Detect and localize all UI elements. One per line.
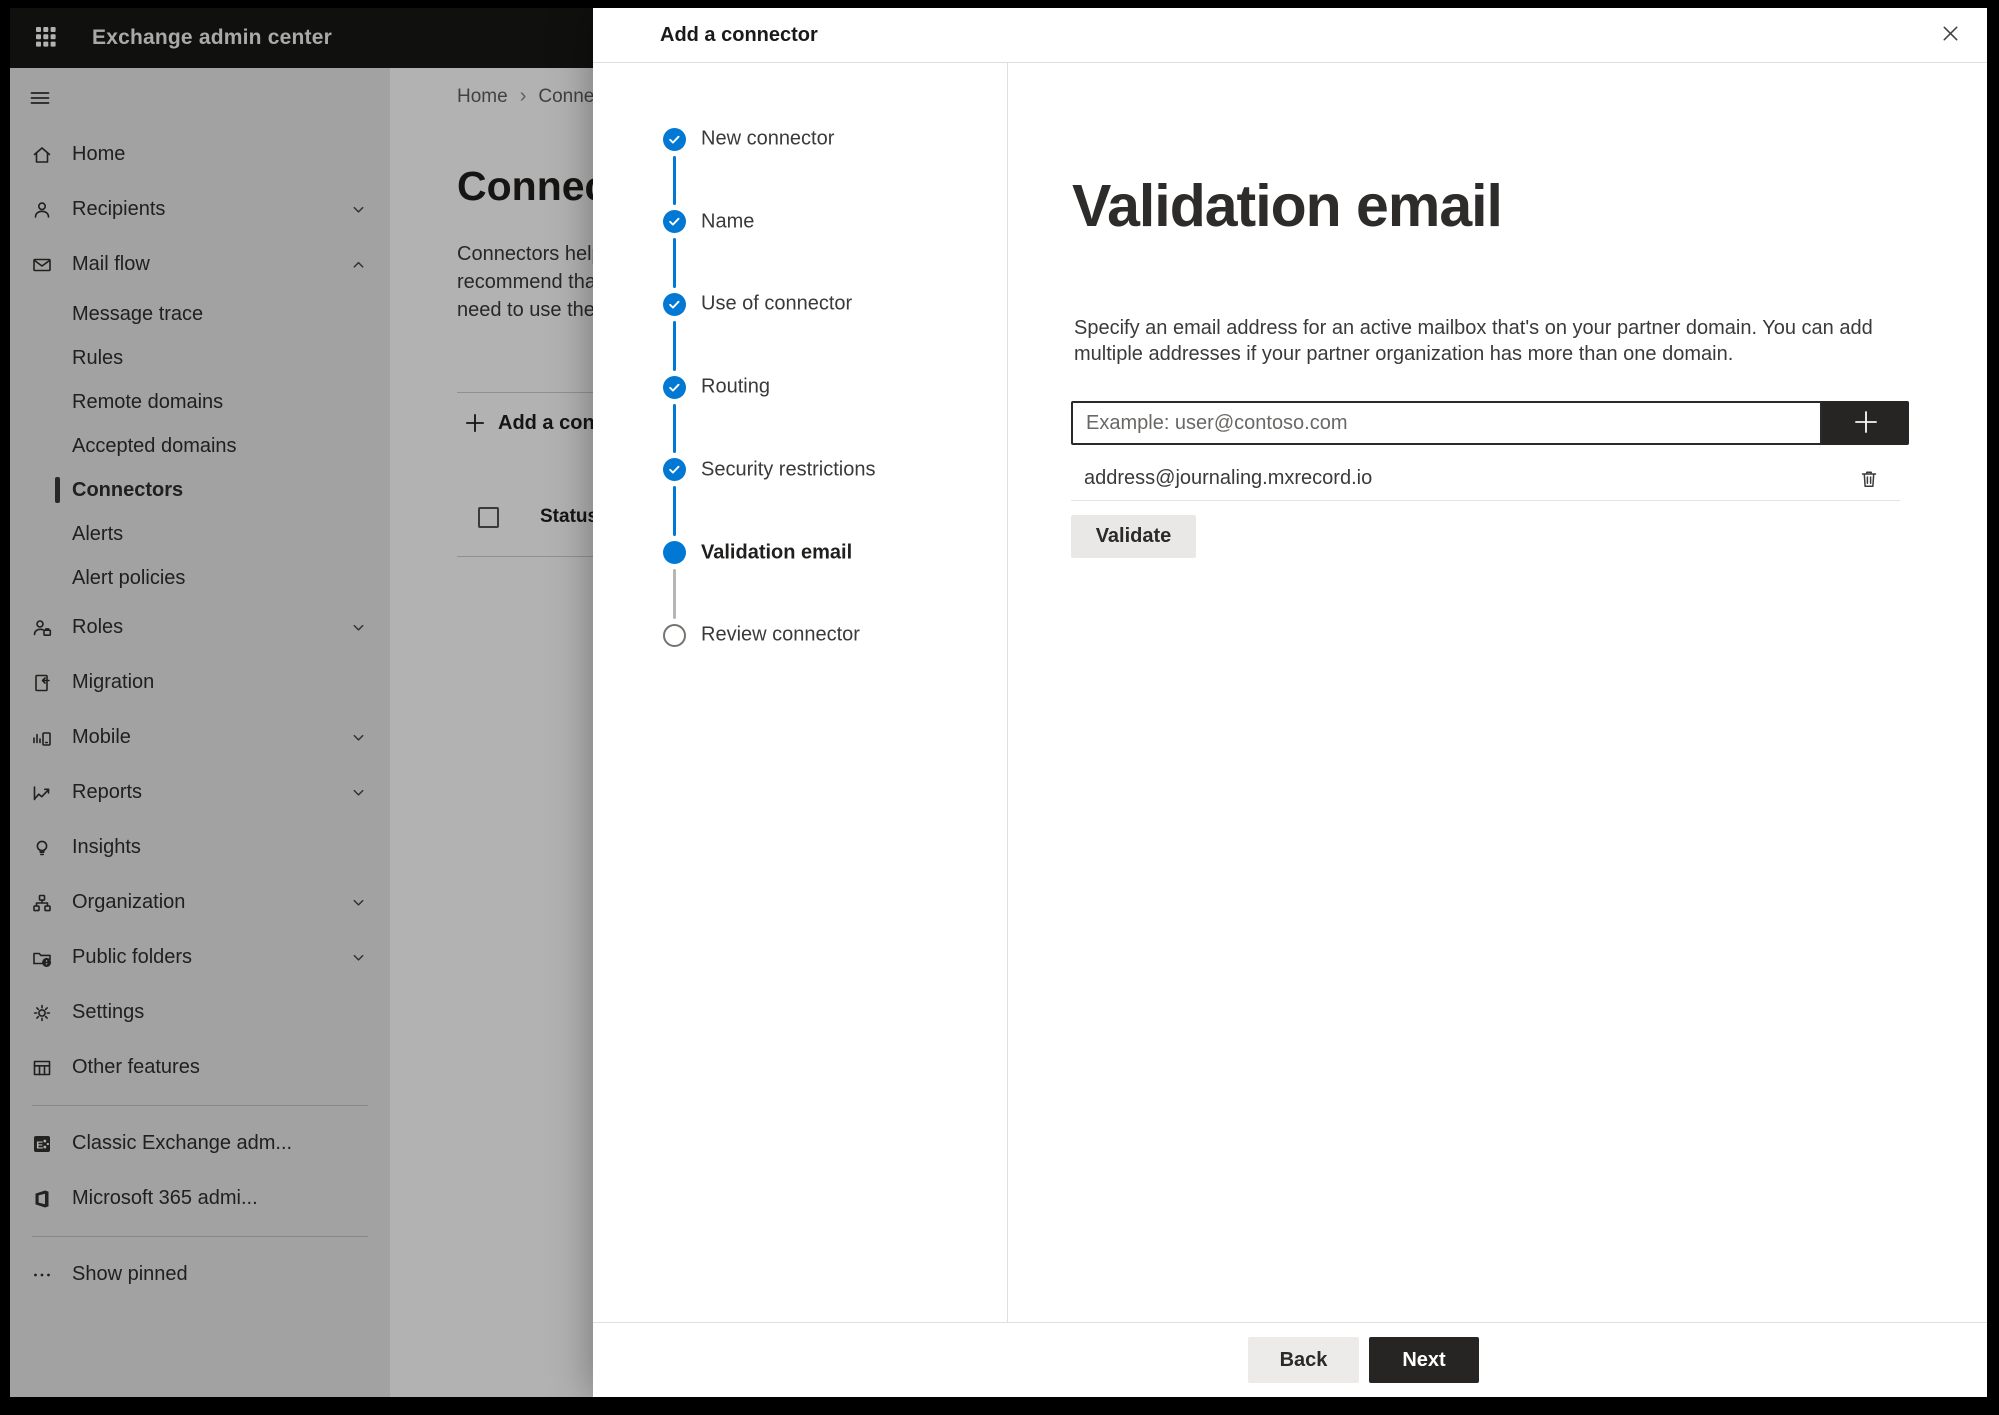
step-connector-line bbox=[673, 238, 676, 288]
step-circle-name[interactable] bbox=[663, 210, 686, 234]
step-connector-line bbox=[673, 569, 676, 619]
delete-address-button[interactable] bbox=[1852, 462, 1886, 496]
step-label-new-connector[interactable]: New connector bbox=[701, 128, 834, 151]
step-circle-review-connector[interactable] bbox=[663, 623, 686, 647]
check-icon bbox=[667, 297, 682, 312]
added-address-text: address@journaling.mxrecord.io bbox=[1084, 467, 1373, 489]
step-connector-line bbox=[673, 320, 676, 371]
wizard-steps: New connector Name Use of connector Routing… bbox=[593, 63, 1008, 1322]
step-connector-line bbox=[673, 486, 676, 536]
validation-email-step-content: Validation email Specify an email addres… bbox=[1008, 63, 1987, 1322]
email-input[interactable] bbox=[1071, 401, 1822, 445]
step-label-use-of-connector[interactable]: Use of connector bbox=[701, 293, 852, 316]
close-button[interactable] bbox=[1931, 16, 1969, 54]
step-connector-line bbox=[673, 403, 676, 454]
step-label-review-connector[interactable]: Review connector bbox=[701, 624, 860, 647]
added-address-row: address@journaling.mxrecord.io bbox=[1071, 457, 1900, 501]
step-circle-routing[interactable] bbox=[663, 375, 686, 399]
step-label-validation-email[interactable]: Validation email bbox=[701, 541, 852, 564]
step-label-security-restrictions[interactable]: Security restrictions bbox=[701, 458, 876, 481]
step-heading: Validation email bbox=[1072, 173, 1503, 239]
add-connector-dialog: Add a connector New connector Name Use of … bbox=[593, 8, 1987, 1397]
dialog-header: Add a connector bbox=[593, 8, 1987, 63]
step-circle-use-of-connector[interactable] bbox=[663, 292, 686, 316]
add-email-button[interactable] bbox=[1822, 401, 1909, 445]
step-label-name[interactable]: Name bbox=[701, 210, 754, 233]
dialog-body: New connector Name Use of connector Routing… bbox=[593, 63, 1987, 1322]
next-button[interactable]: Next bbox=[1369, 1337, 1479, 1383]
validate-button[interactable]: Validate bbox=[1071, 515, 1196, 558]
close-icon bbox=[1939, 22, 1962, 48]
step-label-routing[interactable]: Routing bbox=[701, 376, 770, 399]
plus-icon bbox=[1850, 406, 1882, 441]
trash-icon bbox=[1857, 467, 1881, 491]
check-icon bbox=[667, 462, 682, 477]
check-icon bbox=[667, 214, 682, 229]
dialog-footer: Back Next bbox=[593, 1322, 1987, 1397]
check-icon bbox=[667, 380, 682, 395]
step-connector-line bbox=[673, 155, 676, 206]
step-circle-security-restrictions[interactable] bbox=[663, 458, 686, 482]
email-input-row bbox=[1071, 401, 1909, 445]
step-description: Specify an email address for an active m… bbox=[1074, 317, 1873, 365]
dialog-title: Add a connector bbox=[660, 23, 818, 46]
check-icon bbox=[667, 132, 682, 147]
step-circle-validation-email[interactable] bbox=[663, 541, 686, 564]
step-circle-new-connector[interactable] bbox=[663, 127, 686, 151]
back-button[interactable]: Back bbox=[1248, 1337, 1359, 1383]
